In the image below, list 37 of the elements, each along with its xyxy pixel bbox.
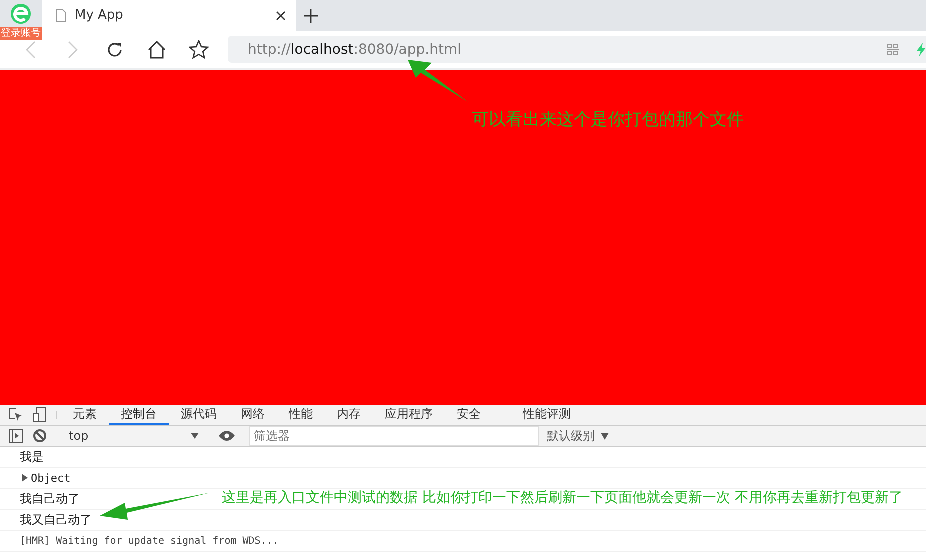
devtools-tab[interactable]: 性能评测: [493, 405, 583, 425]
console-message: [HMR] Waiting for update signal from WDS...: [20, 536, 279, 546]
devtools-tab[interactable]: 元素: [61, 405, 109, 425]
console-message: 我自己动了: [20, 490, 80, 508]
context-label: top: [69, 429, 89, 443]
devtools-tab[interactable]: 网络: [229, 405, 277, 425]
tab-title: My App: [75, 8, 124, 23]
devtools-tab[interactable]: 源代码: [169, 405, 229, 425]
console-message: 我是: [20, 448, 44, 466]
context-dropdown[interactable]: top: [61, 429, 205, 443]
close-icon[interactable]: [276, 10, 286, 20]
console-message: 我又自己动了: [20, 512, 92, 528]
devtools-tab[interactable]: 性能: [277, 405, 325, 425]
device-icon[interactable]: [33, 407, 47, 423]
home-icon[interactable]: [147, 40, 167, 58]
reload-icon[interactable]: [106, 40, 124, 58]
star-icon[interactable]: [189, 40, 209, 59]
annotation-arrow: [408, 60, 468, 102]
new-tab-icon[interactable]: [304, 8, 318, 22]
log-level-dropdown[interactable]: 默认级别: [539, 428, 609, 444]
filter-field[interactable]: 筛选器: [249, 426, 539, 446]
expand-triangle-icon[interactable]: [22, 474, 28, 482]
clear-console-icon[interactable]: [33, 429, 47, 443]
inspect-icon[interactable]: [9, 408, 23, 422]
annotation-text: 可以看出来这个是你打包的那个文件: [472, 109, 744, 131]
console-object[interactable]: Object: [31, 472, 71, 484]
log-level-label: 默认级别: [547, 428, 595, 444]
devtools-tab[interactable]: 安全: [445, 405, 493, 425]
annotation-text: 这里是再入口文件中测试的数据 比如你打印一下然后刷新一下页面他就会更新一次 不用你再去重新打包更新了: [222, 489, 904, 508]
eye-icon[interactable]: [219, 431, 235, 441]
page-icon: [56, 8, 67, 22]
browser-tab[interactable]: My App: [42, 0, 296, 31]
devtools-tab[interactable]: 内存: [325, 405, 373, 425]
sidebar-toggle-icon[interactable]: [9, 429, 23, 443]
devtools-tab[interactable]: 应用程序: [373, 405, 445, 425]
dropdown-caret-icon: [601, 432, 609, 440]
dropdown-caret-icon: [191, 433, 199, 439]
